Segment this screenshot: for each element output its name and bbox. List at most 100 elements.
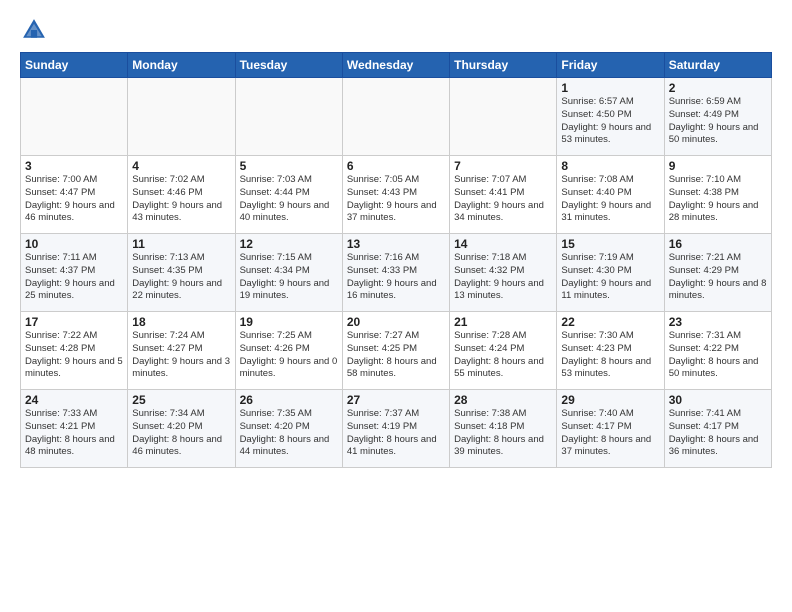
day-number: 13: [347, 237, 445, 251]
day-cell: 10Sunrise: 7:11 AM Sunset: 4:37 PM Dayli…: [21, 234, 128, 312]
header: [20, 16, 772, 44]
day-cell: 21Sunrise: 7:28 AM Sunset: 4:24 PM Dayli…: [450, 312, 557, 390]
weekday-header-thursday: Thursday: [450, 53, 557, 78]
day-info: Sunrise: 7:25 AM Sunset: 4:26 PM Dayligh…: [240, 330, 338, 381]
day-cell: 1Sunrise: 6:57 AM Sunset: 4:50 PM Daylig…: [557, 78, 664, 156]
day-number: 26: [240, 393, 338, 407]
day-cell: 26Sunrise: 7:35 AM Sunset: 4:20 PM Dayli…: [235, 390, 342, 468]
day-info: Sunrise: 7:34 AM Sunset: 4:20 PM Dayligh…: [132, 408, 230, 459]
day-info: Sunrise: 7:11 AM Sunset: 4:37 PM Dayligh…: [25, 252, 123, 303]
day-info: Sunrise: 7:03 AM Sunset: 4:44 PM Dayligh…: [240, 174, 338, 225]
day-cell: [450, 78, 557, 156]
day-number: 1: [561, 81, 659, 95]
day-cell: 25Sunrise: 7:34 AM Sunset: 4:20 PM Dayli…: [128, 390, 235, 468]
day-cell: 11Sunrise: 7:13 AM Sunset: 4:35 PM Dayli…: [128, 234, 235, 312]
calendar: SundayMondayTuesdayWednesdayThursdayFrid…: [20, 52, 772, 468]
day-cell: 13Sunrise: 7:16 AM Sunset: 4:33 PM Dayli…: [342, 234, 449, 312]
day-number: 2: [669, 81, 767, 95]
week-row-3: 10Sunrise: 7:11 AM Sunset: 4:37 PM Dayli…: [21, 234, 772, 312]
day-info: Sunrise: 7:33 AM Sunset: 4:21 PM Dayligh…: [25, 408, 123, 459]
logo: [20, 16, 52, 44]
day-info: Sunrise: 7:22 AM Sunset: 4:28 PM Dayligh…: [25, 330, 123, 381]
day-info: Sunrise: 7:19 AM Sunset: 4:30 PM Dayligh…: [561, 252, 659, 303]
day-info: Sunrise: 7:31 AM Sunset: 4:22 PM Dayligh…: [669, 330, 767, 381]
day-number: 29: [561, 393, 659, 407]
day-number: 6: [347, 159, 445, 173]
day-info: Sunrise: 7:40 AM Sunset: 4:17 PM Dayligh…: [561, 408, 659, 459]
day-cell: 19Sunrise: 7:25 AM Sunset: 4:26 PM Dayli…: [235, 312, 342, 390]
day-cell: 5Sunrise: 7:03 AM Sunset: 4:44 PM Daylig…: [235, 156, 342, 234]
day-cell: 9Sunrise: 7:10 AM Sunset: 4:38 PM Daylig…: [664, 156, 771, 234]
day-cell: 18Sunrise: 7:24 AM Sunset: 4:27 PM Dayli…: [128, 312, 235, 390]
page: SundayMondayTuesdayWednesdayThursdayFrid…: [0, 0, 792, 612]
day-info: Sunrise: 7:41 AM Sunset: 4:17 PM Dayligh…: [669, 408, 767, 459]
day-info: Sunrise: 6:59 AM Sunset: 4:49 PM Dayligh…: [669, 96, 767, 147]
day-cell: 14Sunrise: 7:18 AM Sunset: 4:32 PM Dayli…: [450, 234, 557, 312]
day-cell: 3Sunrise: 7:00 AM Sunset: 4:47 PM Daylig…: [21, 156, 128, 234]
weekday-header-row: SundayMondayTuesdayWednesdayThursdayFrid…: [21, 53, 772, 78]
day-cell: 30Sunrise: 7:41 AM Sunset: 4:17 PM Dayli…: [664, 390, 771, 468]
day-number: 27: [347, 393, 445, 407]
day-info: Sunrise: 7:21 AM Sunset: 4:29 PM Dayligh…: [669, 252, 767, 303]
day-cell: 8Sunrise: 7:08 AM Sunset: 4:40 PM Daylig…: [557, 156, 664, 234]
day-info: Sunrise: 7:15 AM Sunset: 4:34 PM Dayligh…: [240, 252, 338, 303]
weekday-header-tuesday: Tuesday: [235, 53, 342, 78]
day-cell: 2Sunrise: 6:59 AM Sunset: 4:49 PM Daylig…: [664, 78, 771, 156]
day-info: Sunrise: 7:16 AM Sunset: 4:33 PM Dayligh…: [347, 252, 445, 303]
day-number: 23: [669, 315, 767, 329]
day-cell: 27Sunrise: 7:37 AM Sunset: 4:19 PM Dayli…: [342, 390, 449, 468]
day-info: Sunrise: 7:30 AM Sunset: 4:23 PM Dayligh…: [561, 330, 659, 381]
week-row-1: 1Sunrise: 6:57 AM Sunset: 4:50 PM Daylig…: [21, 78, 772, 156]
day-cell: 15Sunrise: 7:19 AM Sunset: 4:30 PM Dayli…: [557, 234, 664, 312]
day-info: Sunrise: 7:00 AM Sunset: 4:47 PM Dayligh…: [25, 174, 123, 225]
day-cell: 17Sunrise: 7:22 AM Sunset: 4:28 PM Dayli…: [21, 312, 128, 390]
week-row-2: 3Sunrise: 7:00 AM Sunset: 4:47 PM Daylig…: [21, 156, 772, 234]
day-number: 7: [454, 159, 552, 173]
day-number: 21: [454, 315, 552, 329]
day-cell: [128, 78, 235, 156]
day-cell: 22Sunrise: 7:30 AM Sunset: 4:23 PM Dayli…: [557, 312, 664, 390]
day-number: 20: [347, 315, 445, 329]
day-info: Sunrise: 7:24 AM Sunset: 4:27 PM Dayligh…: [132, 330, 230, 381]
day-cell: 28Sunrise: 7:38 AM Sunset: 4:18 PM Dayli…: [450, 390, 557, 468]
day-info: Sunrise: 7:13 AM Sunset: 4:35 PM Dayligh…: [132, 252, 230, 303]
weekday-header-friday: Friday: [557, 53, 664, 78]
day-number: 3: [25, 159, 123, 173]
day-number: 28: [454, 393, 552, 407]
day-number: 5: [240, 159, 338, 173]
day-number: 24: [25, 393, 123, 407]
week-row-4: 17Sunrise: 7:22 AM Sunset: 4:28 PM Dayli…: [21, 312, 772, 390]
day-cell: 24Sunrise: 7:33 AM Sunset: 4:21 PM Dayli…: [21, 390, 128, 468]
day-number: 4: [132, 159, 230, 173]
day-number: 12: [240, 237, 338, 251]
day-number: 10: [25, 237, 123, 251]
day-info: Sunrise: 7:08 AM Sunset: 4:40 PM Dayligh…: [561, 174, 659, 225]
weekday-header-monday: Monday: [128, 53, 235, 78]
day-info: Sunrise: 7:07 AM Sunset: 4:41 PM Dayligh…: [454, 174, 552, 225]
day-info: Sunrise: 7:02 AM Sunset: 4:46 PM Dayligh…: [132, 174, 230, 225]
day-cell: 6Sunrise: 7:05 AM Sunset: 4:43 PM Daylig…: [342, 156, 449, 234]
day-cell: 4Sunrise: 7:02 AM Sunset: 4:46 PM Daylig…: [128, 156, 235, 234]
logo-icon: [20, 16, 48, 44]
day-number: 11: [132, 237, 230, 251]
day-cell: 7Sunrise: 7:07 AM Sunset: 4:41 PM Daylig…: [450, 156, 557, 234]
day-number: 25: [132, 393, 230, 407]
week-row-5: 24Sunrise: 7:33 AM Sunset: 4:21 PM Dayli…: [21, 390, 772, 468]
day-info: Sunrise: 7:38 AM Sunset: 4:18 PM Dayligh…: [454, 408, 552, 459]
day-number: 16: [669, 237, 767, 251]
day-cell: 23Sunrise: 7:31 AM Sunset: 4:22 PM Dayli…: [664, 312, 771, 390]
weekday-header-saturday: Saturday: [664, 53, 771, 78]
day-info: Sunrise: 7:18 AM Sunset: 4:32 PM Dayligh…: [454, 252, 552, 303]
day-info: Sunrise: 7:35 AM Sunset: 4:20 PM Dayligh…: [240, 408, 338, 459]
day-cell: 12Sunrise: 7:15 AM Sunset: 4:34 PM Dayli…: [235, 234, 342, 312]
day-number: 17: [25, 315, 123, 329]
day-cell: 16Sunrise: 7:21 AM Sunset: 4:29 PM Dayli…: [664, 234, 771, 312]
day-info: Sunrise: 7:10 AM Sunset: 4:38 PM Dayligh…: [669, 174, 767, 225]
day-number: 18: [132, 315, 230, 329]
day-number: 14: [454, 237, 552, 251]
day-number: 30: [669, 393, 767, 407]
day-cell: [235, 78, 342, 156]
day-number: 8: [561, 159, 659, 173]
day-info: Sunrise: 6:57 AM Sunset: 4:50 PM Dayligh…: [561, 96, 659, 147]
day-number: 15: [561, 237, 659, 251]
